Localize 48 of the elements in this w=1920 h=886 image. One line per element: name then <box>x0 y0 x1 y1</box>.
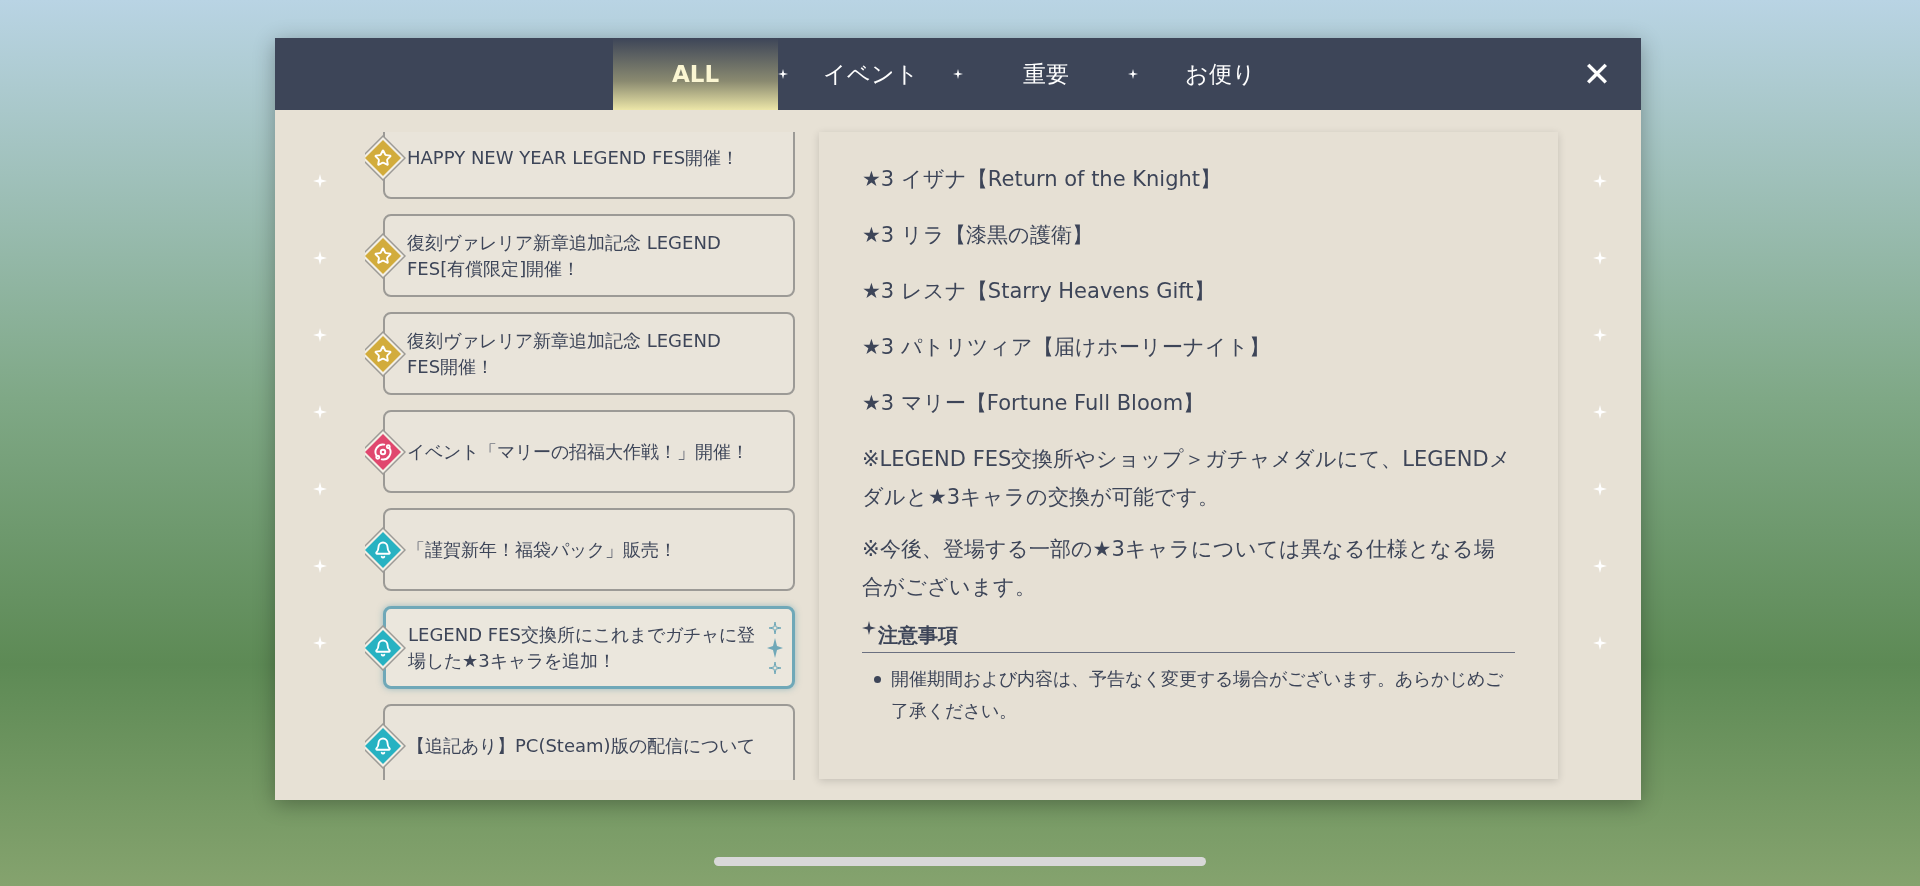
note-paragraph: ※LEGEND FES交換所やショップ＞ガチャメダルにて、LEGENDメダルと★3キャラの交換が可能です。 <box>862 446 1512 511</box>
ringed-planet-badge-icon <box>365 429 406 475</box>
sparkle-icon <box>953 69 963 79</box>
news-item[interactable]: 【追記あり】PC(Steam)版の配信について <box>383 704 795 780</box>
news-item[interactable]: イベント「マリーの招福大作戦！」開催！ <box>383 410 795 493</box>
news-item[interactable]: 「謹賀新年！福袋パック」販売！ <box>383 508 795 591</box>
category-tab[interactable]: お便り <box>1138 38 1303 110</box>
sparkle-icon <box>313 636 327 651</box>
character-line: ★3 イザナ【Return of the Knight】 <box>862 166 1223 193</box>
sparkle-icon <box>313 482 327 497</box>
character-line: ★3 パトリツィア【届けホーリーナイト】 <box>862 334 1271 361</box>
character-line: ★3 マリー【Fortune Full Bloom】 <box>862 390 1206 417</box>
character-line: ★3 リラ【漆黒の護衛】 <box>862 222 1094 249</box>
notice-text: 開催期間および内容は、予告なく変更する場合がございます。あらかじめご了承ください。 <box>891 667 1504 723</box>
sparkle-icon <box>313 559 327 574</box>
news-item[interactable]: 復刻ヴァレリア新章追加記念 LEGEND FES[有償限定]開催！ <box>383 214 795 297</box>
sparkle-icon <box>1592 250 1607 265</box>
news-item[interactable]: 復刻ヴァレリア新章追加記念 LEGEND FES開催！ <box>383 312 795 395</box>
category-tab[interactable]: イベント <box>788 38 953 110</box>
sparkle-icon <box>313 173 327 188</box>
character-line: ★3 レスナ【Starry Heavens Gift】 <box>862 278 1216 305</box>
sparkle-icon <box>1128 69 1138 79</box>
news-item[interactable]: LEGEND FES交換所にこれまでガチャに登場した★3キャラを追加！ <box>383 606 795 689</box>
category-tab[interactable]: ALL <box>613 38 778 110</box>
sparkle-icon <box>778 69 788 79</box>
sparkles-icon <box>767 620 783 676</box>
bell-badge-icon <box>365 625 406 671</box>
sparkle-icon <box>1592 636 1607 651</box>
bullet-icon <box>874 676 881 683</box>
sparkle-icon <box>1592 405 1607 419</box>
sparkle-icon <box>313 250 327 265</box>
category-tab[interactable]: 重要 <box>963 38 1128 110</box>
sparkle-icon <box>313 327 327 342</box>
sparkle-icon <box>1592 559 1607 574</box>
star-badge-icon <box>365 135 406 181</box>
bell-badge-icon <box>365 723 406 769</box>
news-item[interactable]: HAPPY NEW YEAR LEGEND FES開催！ <box>383 132 795 199</box>
star-badge-icon <box>365 233 406 279</box>
sparkle-icon <box>313 405 327 419</box>
star-badge-icon <box>365 331 406 377</box>
sparkle-icon <box>862 621 876 635</box>
close-button[interactable]: ✕ <box>1575 52 1619 96</box>
notice-heading: 注意事項 <box>878 622 958 649</box>
sparkle-icon <box>1592 173 1607 188</box>
note-paragraph: ※今後、登場する一部の★3キャラについては異なる仕様となる場合がございます。 <box>862 536 1496 601</box>
bell-badge-icon <box>365 527 406 573</box>
sparkle-icon <box>1592 327 1607 342</box>
sparkle-icon <box>1592 482 1607 497</box>
